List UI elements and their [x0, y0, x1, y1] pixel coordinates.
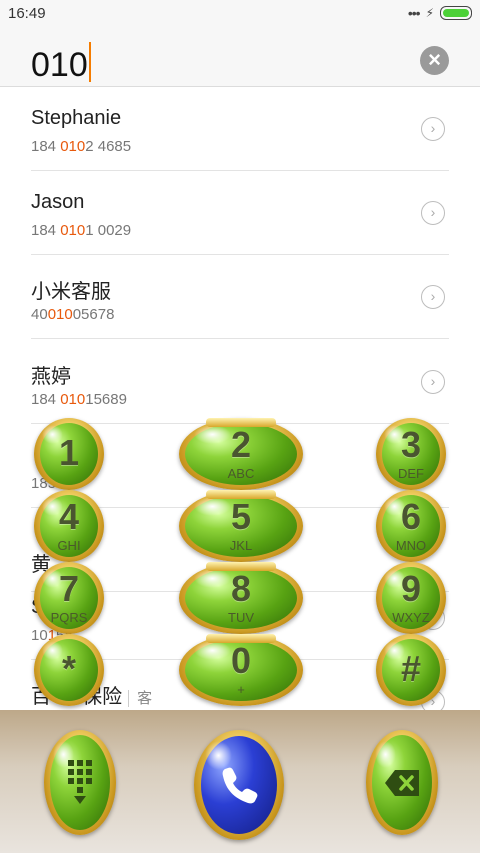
chevron-right-icon[interactable]: ›	[421, 117, 445, 141]
key-digit: 8	[230, 568, 252, 609]
dial-key-star[interactable]: *	[34, 634, 104, 706]
bottom-action-panel	[0, 710, 480, 853]
contact-tag: 客	[128, 690, 153, 707]
status-icons: ••• ⚡	[408, 6, 472, 20]
chevron-right-icon[interactable]: ›	[421, 201, 445, 225]
key-letters: TUV	[228, 610, 254, 625]
charging-bolt-icon: ⚡	[425, 6, 434, 20]
dialpad-toggle-button[interactable]	[44, 730, 116, 835]
key-letters: MNO	[395, 538, 427, 553]
dial-key-2[interactable]: 2 ABC	[179, 418, 303, 490]
key-letters: +	[237, 682, 245, 697]
key-digit: 7	[58, 568, 80, 609]
key-digit: 9	[400, 568, 422, 609]
contact-name: 小米客服	[31, 281, 111, 303]
dialpad-toggle-icon	[44, 730, 116, 835]
dial-key-6[interactable]: 6 MNO	[376, 490, 446, 562]
contact-name: 燕婷	[31, 366, 71, 388]
list-item[interactable]: Stephanie 184 0102 4685 ›	[0, 87, 480, 171]
key-digit: 6	[400, 496, 422, 537]
dial-key-3[interactable]: 3 DEF	[376, 418, 446, 490]
contact-number: 184 01015689	[31, 391, 127, 408]
key-letters: DEF	[398, 466, 424, 481]
more-dots-icon: •••	[407, 5, 421, 21]
list-item[interactable]: 燕婷 184 01015689 ›	[0, 340, 480, 424]
contact-name: Jason	[31, 191, 85, 213]
call-button[interactable]	[194, 730, 284, 840]
key-digit: 2	[230, 424, 252, 465]
contact-number: 184 0102 4685	[31, 138, 132, 155]
key-letters: PQRS	[50, 610, 88, 625]
dial-key-5[interactable]: 5 JKL	[179, 490, 303, 562]
list-item[interactable]: 小米客服 4001005678 ›	[0, 255, 480, 339]
key-digit: #	[400, 648, 422, 689]
dial-key-7[interactable]: 7 PQRS	[34, 562, 104, 634]
dial-key-4[interactable]: 4 GHI	[34, 490, 104, 562]
status-time: 16:49	[8, 5, 46, 22]
chevron-right-icon[interactable]: ›	[421, 285, 445, 309]
key-digit: 5	[230, 496, 252, 537]
backspace-icon	[366, 730, 438, 835]
list-item[interactable]: Jason 184 0101 0029 ›	[0, 171, 480, 255]
key-digit: 4	[58, 496, 80, 537]
key-digit: 1	[58, 432, 80, 473]
close-icon[interactable]: ×	[420, 46, 449, 75]
divider	[31, 338, 449, 339]
status-bar: 16:49 ••• ⚡	[0, 0, 480, 28]
backspace-button[interactable]	[366, 730, 438, 835]
search-input[interactable]: 010	[31, 42, 91, 85]
search-bar: 010	[0, 28, 480, 87]
battery-icon	[440, 6, 472, 20]
key-digit: 3	[400, 424, 422, 465]
key-letters: WXYZ	[392, 610, 430, 625]
chevron-right-icon[interactable]: ›	[421, 370, 445, 394]
dial-key-8[interactable]: 8 TUV	[179, 562, 303, 634]
key-letters: JKL	[229, 538, 253, 553]
contact-number: 4001005678	[31, 306, 115, 323]
key-letters: ABC	[227, 466, 255, 481]
phone-call-icon	[194, 730, 284, 840]
key-digit: 0	[230, 640, 252, 681]
contact-name: Stephanie	[31, 107, 122, 129]
dial-key-hash[interactable]: #	[376, 634, 446, 706]
dial-key-0[interactable]: 0 +	[179, 634, 303, 706]
key-digit: *	[61, 648, 76, 689]
dial-key-1[interactable]: 1	[34, 418, 104, 490]
dial-key-9[interactable]: 9 WXYZ	[376, 562, 446, 634]
key-letters: GHI	[57, 538, 81, 553]
text-caret	[88, 42, 91, 82]
contact-number: 184 0101 0029	[31, 222, 132, 239]
